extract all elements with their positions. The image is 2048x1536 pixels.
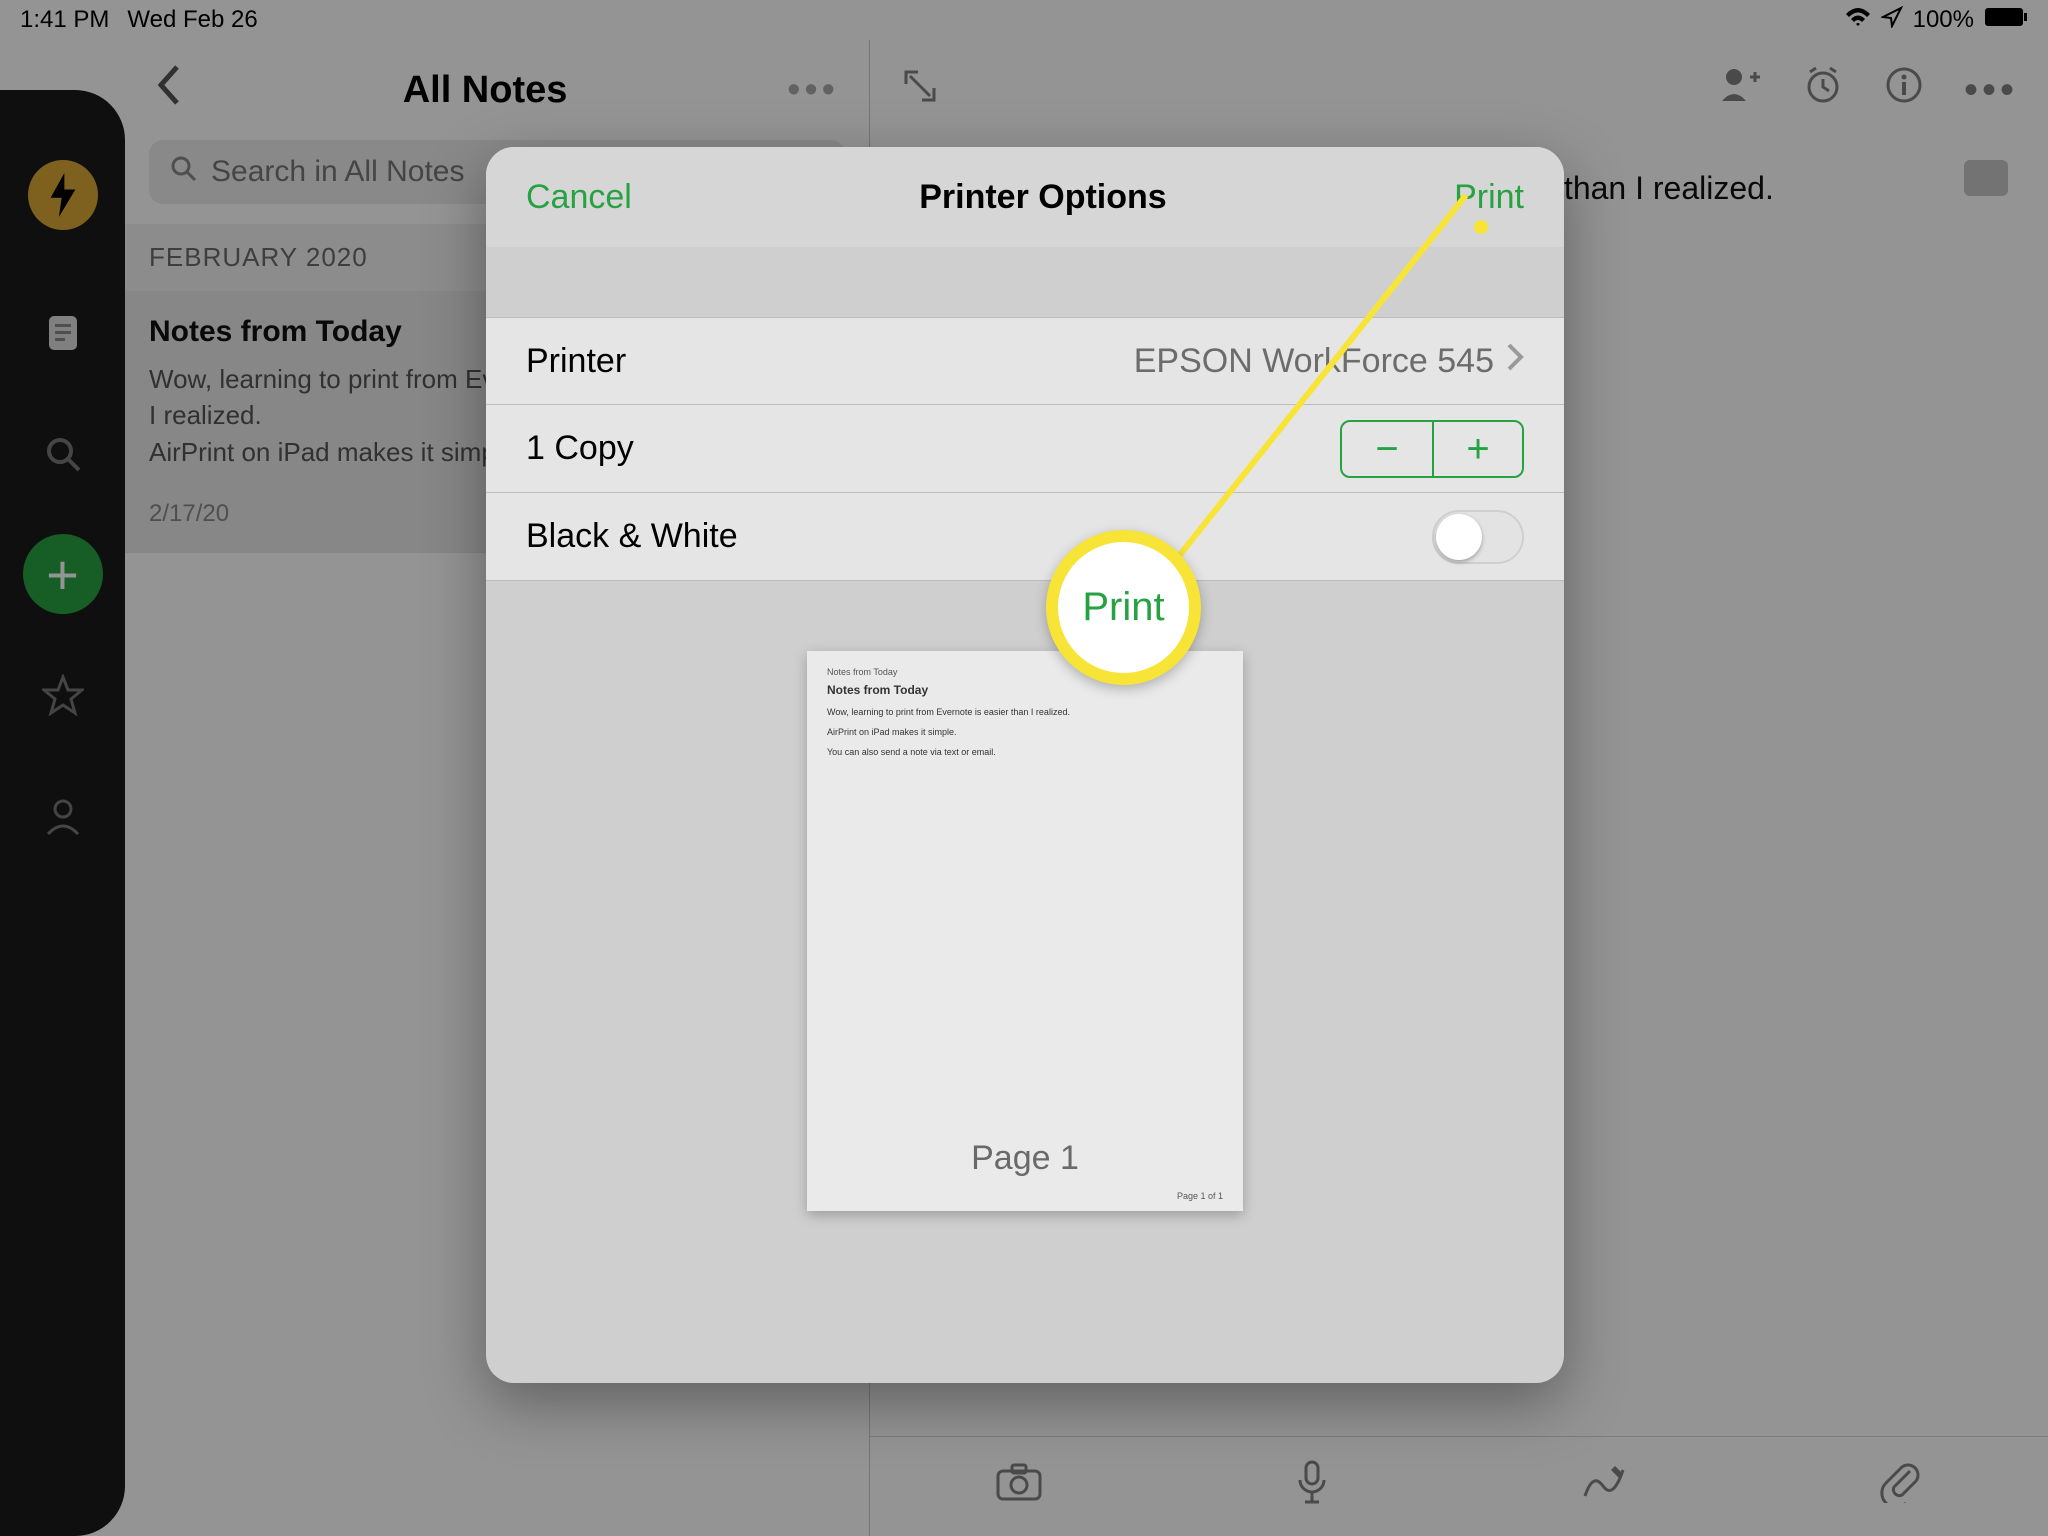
preview-page-label: Page 1 — [971, 1139, 1079, 1178]
print-preview-area: Notes from Today Notes from Today Wow, l… — [486, 581, 1564, 1383]
copies-decrement-button[interactable]: − — [1342, 422, 1432, 476]
preview-line: Wow, learning to print from Evernote is … — [827, 707, 1223, 717]
callout-highlight: Print — [1046, 530, 1201, 685]
printer-options-modal: Cancel Printer Options Print Printer EPS… — [486, 147, 1564, 1383]
copies-stepper: − + — [1340, 420, 1524, 478]
callout-label: Print — [1082, 585, 1164, 630]
preview-page-title: Notes from Today — [827, 683, 1223, 697]
preview-line: AirPrint on iPad makes it simple. — [827, 727, 1223, 737]
bw-label: Black & White — [526, 517, 738, 556]
print-preview-page[interactable]: Notes from Today Notes from Today Wow, l… — [807, 651, 1243, 1211]
bw-toggle[interactable] — [1432, 510, 1524, 564]
printer-label: Printer — [526, 342, 626, 381]
preview-line: You can also send a note via text or ema… — [827, 747, 1223, 757]
printer-value: EPSON WorkForce 545 — [1134, 342, 1494, 381]
cancel-button[interactable]: Cancel — [526, 178, 632, 217]
black-white-row: Black & White — [486, 493, 1564, 581]
copies-label: 1 Copy — [526, 429, 634, 468]
preview-footer: Page 1 of 1 — [1177, 1191, 1223, 1201]
copies-row: 1 Copy − + — [486, 405, 1564, 493]
printer-row[interactable]: Printer EPSON WorkForce 545 — [486, 317, 1564, 405]
chevron-right-icon — [1506, 342, 1524, 381]
copies-increment-button[interactable]: + — [1432, 422, 1522, 476]
modal-title: Printer Options — [632, 178, 1454, 217]
callout-anchor-dot — [1474, 220, 1488, 234]
